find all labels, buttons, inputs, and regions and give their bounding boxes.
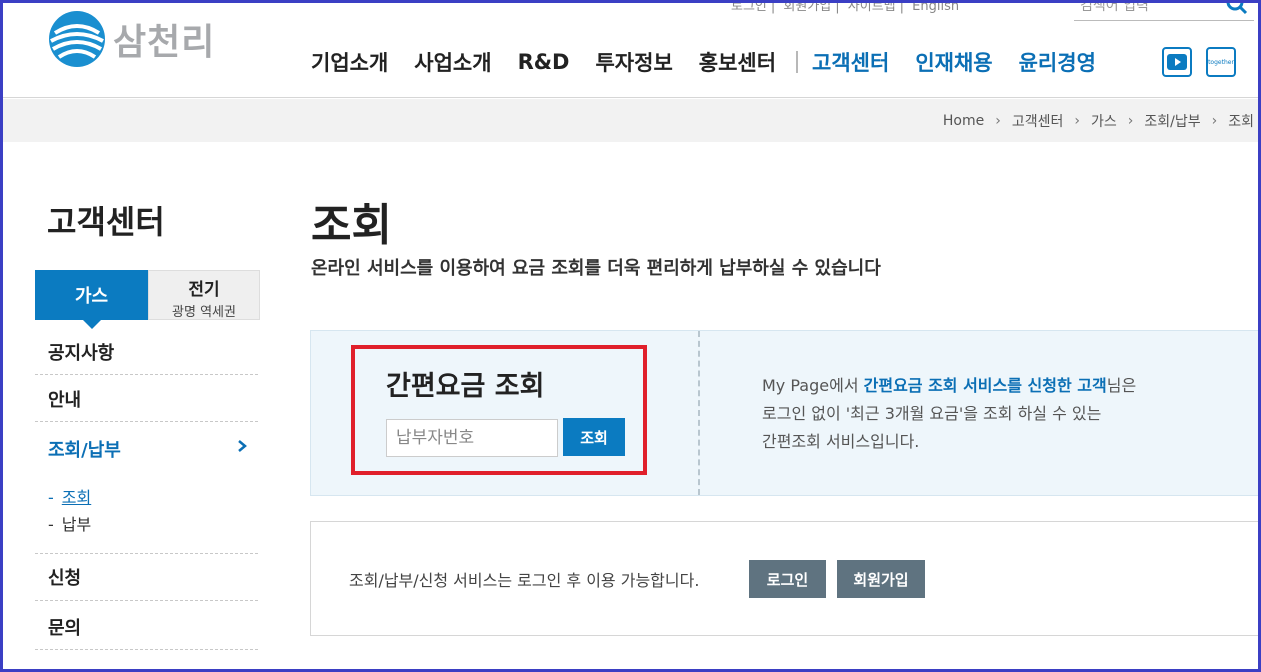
nav-pr-center[interactable]: 홍보센터 [699,47,776,77]
sidebar-item-notice[interactable]: 공지사항 [35,329,258,375]
together-icon[interactable]: together [1206,47,1236,77]
sidebar-item-label: 안내 [48,389,82,411]
page-description: 온라인 서비스를 이용하여 요금 조회를 더욱 편리하게 납부하실 수 있습니다 [311,258,881,279]
sidebar-item-label: 신청 [48,568,82,589]
util-join-link[interactable]: 회원가입 [783,0,831,14]
logo[interactable]: 삼천리 [47,9,215,69]
crumb-home[interactable]: Home [943,113,984,129]
nav-ethics[interactable]: 윤리경영 [1019,47,1096,77]
crumb-inquiry[interactable]: 조회 [1228,111,1254,131]
sidebar-item-label: 공지사항 [48,342,115,364]
sidebar-item-inquiry-payment[interactable]: 조회/납부 [35,426,258,472]
sidebar-item-apply[interactable]: 신청 [35,553,258,601]
util-sitemap-link[interactable]: 사이트맵 [848,0,896,14]
chevron-right-icon: › [995,113,1001,129]
crumb-customer-center[interactable]: 고객센터 [1012,111,1064,131]
search-placeholder: 검색어 입력 [1080,0,1149,14]
crumb-inquiry-payment[interactable]: 조회/납부 [1144,111,1200,131]
join-button[interactable]: 회원가입 [837,560,925,598]
panel-divider [698,331,700,495]
play-icon [1167,54,1187,70]
chevron-right-icon: › [1074,113,1080,129]
utility-links: 로그인 | 회원가입 | 사이트맵 | English [731,0,960,14]
sub-item-label: 납부 [61,515,92,534]
util-login-link[interactable]: 로그인 [731,0,767,14]
logo-text: 삼천리 [113,22,216,63]
main-nav: 기업소개 사업소개 R&D 투자정보 홍보센터 고객센터 인재채용 윤리경영 [311,47,1122,77]
tab-electricity-label: 전기 [188,280,220,300]
logo-mark-icon [49,11,105,67]
nav-recruit[interactable]: 인재채용 [915,47,992,77]
chevron-right-icon [238,440,247,452]
nav-customer-center[interactable]: 고객센터 [812,47,889,77]
util-english-link[interactable]: English [912,0,959,14]
chevron-right-icon: › [1127,113,1134,129]
tab-gas-label: 가스 [74,286,109,307]
tab-electricity[interactable]: 전기 광명 역세권 [148,270,260,320]
nav-divider [796,51,799,73]
sidebar-title: 고객센터 [47,203,165,241]
sidebar-item-guide[interactable]: 안내 [35,376,258,422]
sub-item-payment[interactable]: - 납부 [48,511,91,535]
site-header: 삼천리 로그인 | 회원가입 | 사이트맵 | English 검색어 입력 기업소개… [3,0,1258,98]
sidebar-item-label: 조회/납부 [48,440,121,461]
tab-electricity-sublabel: 광명 역세권 [172,305,236,320]
inquiry-button[interactable]: 조회 [563,418,625,456]
youtube-icon[interactable] [1162,47,1192,77]
top-search-input[interactable]: 검색어 입력 [1074,0,1254,21]
sidebar-item-contact[interactable]: 문의 [35,604,258,650]
crumb-gas[interactable]: 가스 [1091,111,1117,131]
sub-item-label: 조회 [61,488,92,507]
nav-rnd[interactable]: R&D [518,50,570,74]
login-button[interactable]: 로그인 [749,560,826,598]
quick-inquiry-panel: 간편요금 조회 조회 My Page에서 간편요금 조회 서비스를 신청한 고객… [310,330,1260,496]
sidebar-item-label: 문의 [48,617,82,639]
nav-business[interactable]: 사업소개 [414,47,491,77]
info-highlight: 간편요금 조회 서비스를 신청한 고객 [863,376,1107,395]
page-title: 조회 [311,200,392,251]
search-icon[interactable] [1226,0,1248,15]
sub-item-inquiry[interactable]: - 조회 [48,484,91,508]
login-notice-panel: 조회/납부/신청 서비스는 로그인 후 이용 가능합니다. 로그인 회원가입 [310,521,1260,636]
breadcrumb-bar: Home › 고객센터 › 가스 › 조회/납부 › 조회 [3,99,1258,142]
nav-investment[interactable]: 투자정보 [595,47,672,77]
quick-inquiry-info: My Page에서 간편요금 조회 서비스를 신청한 고객님은 로그인 없이 '… [762,376,1137,451]
quick-inquiry-title: 간편요금 조회 [386,371,545,402]
chevron-right-icon: › [1211,113,1218,129]
payer-number-input[interactable] [386,419,558,457]
tab-gas[interactable]: 가스 [35,270,148,329]
breadcrumb: Home › 고객센터 › 가스 › 조회/납부 › 조회 [943,111,1254,131]
login-notice-text: 조회/납부/신청 서비스는 로그인 후 이용 가능합니다. [349,571,700,590]
together-label: together [1208,58,1234,66]
nav-company[interactable]: 기업소개 [311,47,388,77]
